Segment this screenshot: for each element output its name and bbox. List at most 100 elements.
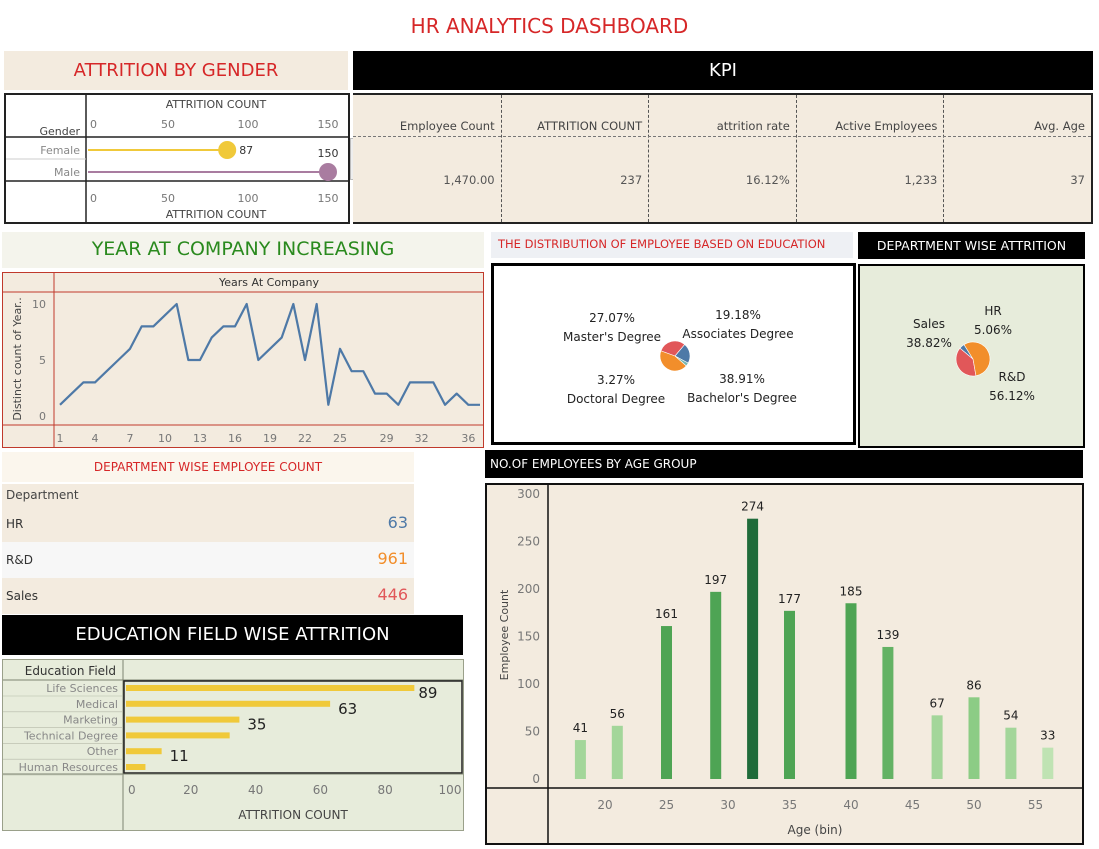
years-ytick: 5 [39,354,46,367]
age-group-title-bar: NO.OF EMPLOYEES BY AGE GROUP [485,450,1083,478]
years-xtick: 22 [298,432,312,445]
edu-field-chart: Education Field Life Sciences 89 Medical 63 M… [3,660,463,830]
age-bar [931,715,943,779]
gender-axis-title-top: ATTRITION COUNT [166,98,267,111]
age-bar [845,603,857,779]
age-group-title: NO.OF EMPLOYEES BY AGE GROUP [490,457,697,471]
dept-count-name: R&D [6,553,33,567]
age-bar [574,740,586,779]
years-title: YEAR AT COMPANY INCREASING [91,238,395,260]
kpi-title: KPI [709,60,737,81]
edu-dist-title: THE DISTRIBUTION OF EMPLOYEE BASED ON ED… [498,237,826,251]
dept-pie-pct: 56.12% [989,389,1035,403]
gender-lollipop-dot [218,141,237,159]
edu-field-xtick: 0 [128,783,136,797]
edu-field-bar [126,716,240,723]
dept-count-row [2,542,414,578]
years-header: Years At Company [218,276,319,289]
years-xtick: 4 [92,432,99,445]
kpi-cell [353,95,501,222]
gender-tick-bottom: 0 [90,192,97,205]
kpi-value: 37 [1070,173,1085,187]
edu-field-row-label: Human Resources [19,761,119,774]
years-title-bar: YEAR AT COMPANY INCREASING [2,232,484,268]
attrition-gender-title-bar: ATTRITION BY GENDER [4,51,348,90]
dept-attr-title-bar: DEPARTMENT WISE ATTRITION [858,232,1085,259]
edu-field-row-label: Technical Degree [23,729,118,742]
edu-field-header: Education Field [25,664,116,678]
kpi-label: attrition rate [716,119,790,133]
gender-lollipop-dot [319,163,337,181]
age-bar-label: 139 [876,628,899,642]
age-xtick: 40 [843,798,858,812]
attrition-gender-chart: ATTRITION COUNT ATTRITION COUNT Gender 0 0 50… [6,95,348,222]
years-xtick: 19 [263,432,277,445]
years-xtick: 10 [158,432,172,445]
kpi-value: 237 [620,173,643,187]
dept-count-name: HR [6,517,24,531]
age-xtick: 30 [720,798,735,812]
age-ytick: 150 [517,630,540,644]
kpi-label: ATTRITION COUNT [537,119,643,133]
age-bar [1042,747,1054,779]
age-bar-label: 33 [1040,729,1055,743]
years-xtick: 13 [193,432,207,445]
dept-pie-name: HR [984,304,1001,318]
edu-field-bar [126,685,415,691]
age-bar [747,518,759,779]
years-border [2,272,484,448]
age-group-chart: 300 250 200 150 100 50 0 Employee Count 20 25 30 35… [487,485,1082,843]
kpi-cell [795,95,944,222]
edu-field-panel: Education Field Life Sciences 89 Medical 63 M… [2,659,464,831]
edu-field-value-label: 63 [338,700,357,718]
age-xtick: 20 [597,798,612,812]
kpi-panel: Employee Count 1,470.00 ATTRITION COUNT 237… [353,93,1093,224]
dept-pie-pct: 5.06% [974,323,1012,337]
edu-field-value-label: 11 [170,747,189,765]
edu-pie-pct: 38.91% [719,372,765,386]
kpi-value: 1,233 [904,173,938,187]
gender-tick-bottom: 100 [238,192,259,205]
age-group-panel: 300 250 200 150 100 50 0 Employee Count 20 25 30 35… [485,483,1084,845]
dept-count-value: 446 [377,585,408,604]
gender-row-label: Female [40,144,80,157]
age-bar [882,646,894,779]
years-xtick: 29 [380,432,394,445]
edu-field-title-bar: EDUCATION FIELD WISE ATTRITION [2,615,463,655]
years-series-line [59,302,480,406]
age-xtick: 50 [966,798,981,812]
edu-field-bar [126,700,331,707]
attrition-gender-panel: ATTRITION COUNT ATTRITION COUNT Gender 0 0 50… [4,93,350,224]
years-xtick: 32 [415,432,429,445]
age-bar [968,697,980,779]
dept-count-title-bar: DEPARTMENT WISE EMPLOYEE COUNT [2,452,414,482]
gender-tick-top: 100 [238,118,259,131]
dept-count-table: Department HR 63 R&D 961 Sales 446 [2,484,414,614]
edu-field-bar [126,732,230,739]
dept-pie-name: Sales [913,317,945,331]
kpi-cell [648,95,796,222]
dept-attr-pie: Sales 38.82% HR 5.06% R&D 56.12% [906,304,1035,403]
edu-pie-pct: 19.18% [715,308,761,322]
gender-tick-bottom: 50 [161,192,175,205]
years-panel: Years At Company Distinct count of Year..… [2,272,484,448]
age-ytick: 0 [532,772,540,786]
edu-pie-label: Master's Degree [563,330,661,344]
age-bar-label: 185 [840,584,863,598]
edu-field-title: EDUCATION FIELD WISE ATTRITION [75,624,390,645]
age-ytick: 200 [517,582,540,596]
edu-dist-pie: 27.07% Master's Degree 19.18% Associates De… [563,308,797,406]
edu-field-xtick: 80 [378,783,393,797]
dept-count-header: Department [2,484,414,506]
age-bar-label: 86 [966,678,981,692]
years-chart: Years At Company Distinct count of Year..… [2,272,484,448]
edu-field-xtick: 60 [313,783,328,797]
edu-field-bar [126,748,162,755]
age-bar-label: 161 [655,607,678,621]
edu-pie-pct: 3.27% [597,373,635,387]
edu-field-row-label: Marketing [63,714,118,727]
age-bar-label: 177 [778,592,801,606]
years-xtick: 36 [461,432,475,445]
gender-tick-top: 50 [161,118,175,131]
kpi-label: Employee Count [399,119,495,133]
